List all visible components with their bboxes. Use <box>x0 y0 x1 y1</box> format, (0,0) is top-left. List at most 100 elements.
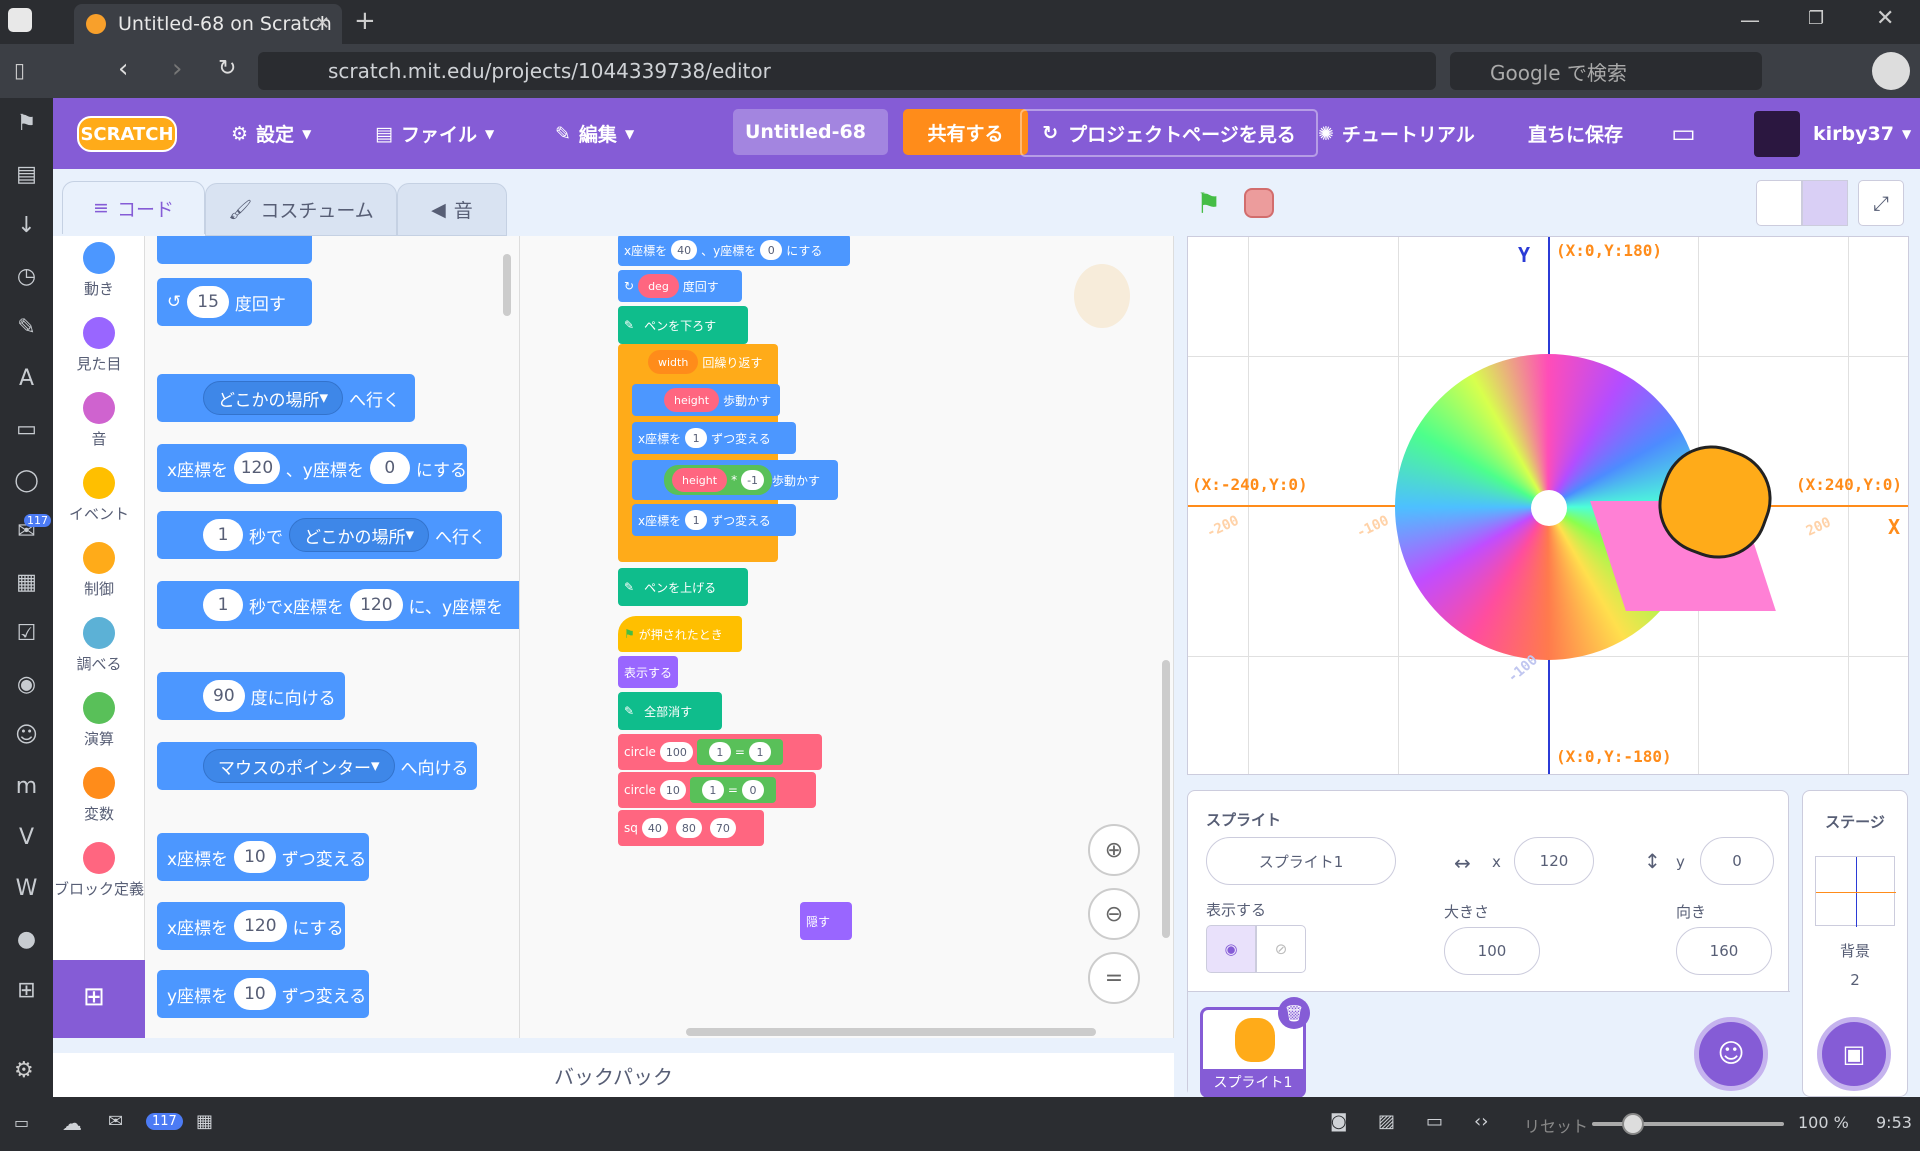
set-xy-block[interactable]: x座標を 40 、y座標を 0 にする <box>618 236 850 266</box>
tab-code[interactable]: ≡ コード <box>62 181 205 234</box>
tutorials-button[interactable]: ✺ チュートリアル <box>1318 98 1475 169</box>
show-block[interactable]: 表示する <box>618 656 678 688</box>
search-input[interactable]: Google で検索 <box>1450 52 1762 90</box>
show-eye-icon[interactable]: ◉ <box>1206 925 1256 973</box>
downloads-icon[interactable]: ↓ <box>0 200 53 251</box>
reload-icon[interactable]: ↻ <box>218 56 236 81</box>
goto-target-dropdown[interactable]: どこかの場所 ▾ <box>203 381 344 415</box>
maximize-icon[interactable]: ❐ <box>1808 8 1824 29</box>
user-avatar[interactable] <box>1754 111 1800 157</box>
setxy-x-input[interactable]: 120 <box>234 452 280 484</box>
move-neg-block[interactable]: height * -1 歩動かす <box>632 460 838 500</box>
setx-input[interactable]: 120 <box>234 910 287 942</box>
zoom-out-icon[interactable]: ⊖ <box>1088 888 1140 940</box>
delete-sprite-icon[interactable]: 🗑 <box>1278 997 1310 1029</box>
vertical-scrollbar[interactable] <box>1162 660 1170 938</box>
new-tab-icon[interactable]: + <box>354 6 376 36</box>
pen-down-block[interactable]: ✎ ペンを下ろす <box>618 306 748 344</box>
reading-list-icon[interactable]: ▤ <box>0 149 53 200</box>
size-input[interactable]: 100 <box>1444 927 1540 975</box>
operand-input[interactable]: -1 <box>741 470 765 490</box>
share-button[interactable]: 共有する <box>903 109 1028 155</box>
minimize-icon[interactable]: — <box>1740 8 1760 32</box>
direction-input[interactable]: 160 <box>1676 927 1772 975</box>
account-menu[interactable]: kirby37 ▼ <box>1813 98 1911 169</box>
clear-block[interactable]: ✎ 全部消す <box>618 692 722 730</box>
setxy-y-input[interactable]: 0 <box>369 452 410 484</box>
category-sensing[interactable]: 調べる <box>53 617 145 674</box>
circle-call-block[interactable]: circle 100 1 = 1 <box>618 734 822 770</box>
browser-tab[interactable]: Untitled-68 on Scratch ✕ <box>74 4 342 44</box>
zoom-in-icon[interactable]: ⊕ <box>1088 824 1140 876</box>
vivaldi-menu-icon[interactable] <box>8 8 32 32</box>
project-title-input[interactable]: Untitled-68 <box>733 109 888 155</box>
sprite-name-input[interactable]: スプライト1 <box>1206 837 1396 885</box>
category-sound[interactable]: 音 <box>53 392 145 449</box>
my-stuff-folder-icon[interactable]: ▭ <box>1671 98 1696 169</box>
translate-icon[interactable]: A <box>0 353 53 404</box>
category-control[interactable]: 制御 <box>53 542 145 599</box>
x-input[interactable]: 40 <box>671 240 698 260</box>
add-sprite-icon[interactable]: ☺ <box>1694 1017 1768 1091</box>
edit-menu[interactable]: ✎ 編集 ▼ <box>555 98 634 169</box>
bookmarks-icon[interactable]: ⚑ <box>0 98 53 149</box>
set-xy-block[interactable]: x座標を 120 、y座標を 0 にする <box>157 444 467 492</box>
glide-target-dropdown[interactable]: どこかの場所 ▾ <box>289 518 430 552</box>
sq-c-input[interactable]: 70 <box>709 818 736 838</box>
calendar-icon[interactable]: ▦ <box>0 557 53 608</box>
y-input[interactable]: 0 <box>760 240 783 260</box>
turn-ccw-block[interactable]: ↺ 15 度回す <box>157 278 312 326</box>
operand-input[interactable]: 1 <box>748 742 771 762</box>
history-icon[interactable]: ◷ <box>0 251 53 302</box>
operand-input[interactable]: 1 <box>701 780 724 800</box>
add-extension-button[interactable]: ⊞ <box>53 960 145 1038</box>
y-input[interactable]: 0 <box>1700 837 1774 885</box>
stage-selector[interactable]: ステージ 背景 2 ▣ <box>1802 790 1908 1097</box>
chat-icon[interactable]: ◯ <box>0 455 53 506</box>
backpack[interactable]: バックパック <box>53 1053 1174 1097</box>
add-backdrop-icon[interactable]: ▣ <box>1817 1017 1891 1091</box>
fullscreen-icon[interactable]: ⤢ <box>1858 180 1904 226</box>
change-x-block[interactable]: x座標を 10 ずつ変える <box>157 833 369 881</box>
image-toggle-icon[interactable]: ▨ <box>1378 1111 1395 1132</box>
sq-call-block[interactable]: sq 40 80 70 <box>618 810 764 846</box>
hide-eye-icon[interactable]: ⊘ <box>1256 925 1306 973</box>
page-tiling-icon[interactable]: ▭ <box>1426 1111 1443 1132</box>
changex-input[interactable]: 1 <box>685 428 708 448</box>
zoom-reset-icon[interactable]: = <box>1088 952 1140 1004</box>
small-stage-button[interactable] <box>1756 180 1802 226</box>
palette-scrollbar[interactable] <box>503 254 511 316</box>
capture-icon[interactable]: ◙ <box>1330 1111 1347 1132</box>
tab-costume[interactable]: 🖌 コスチューム <box>205 183 397 236</box>
notes-icon[interactable]: ✎ <box>0 302 53 353</box>
tasks-icon[interactable]: ☑ <box>0 608 53 659</box>
script-workspace[interactable]: x座標を 40 、y座標を 0 にする ↻ deg 度回す ✎ ペンを下ろす width 回繰り… <box>520 236 1174 1038</box>
horizontal-scrollbar[interactable] <box>686 1028 1096 1036</box>
changey-input[interactable]: 10 <box>234 978 276 1010</box>
zoom-slider[interactable] <box>1592 1113 1784 1135</box>
glidexy-x-input[interactable]: 120 <box>350 589 403 621</box>
glide-xy-block[interactable]: 1 秒でx座標を 120 に、y座標を <box>157 581 519 629</box>
sync-cloud-icon[interactable]: ☁ <box>62 1111 82 1135</box>
zoom-slider-handle[interactable] <box>1622 1113 1644 1135</box>
glide-block[interactable]: 1 秒で どこかの場所 ▾ へ行く <box>157 511 502 559</box>
panel-toggle-icon[interactable]: ▭ <box>14 1113 29 1132</box>
multiply-operator[interactable]: height * -1 <box>664 465 773 495</box>
calendar-icon[interactable]: ▦ <box>196 1111 213 1132</box>
operand-input[interactable]: 0 <box>741 780 764 800</box>
changex-input[interactable]: 10 <box>234 841 276 873</box>
category-operators[interactable]: 演算 <box>53 692 145 749</box>
wikipedia-icon[interactable]: W <box>0 863 53 914</box>
stop-icon[interactable] <box>1244 188 1274 218</box>
deg-reporter[interactable]: deg <box>638 274 679 298</box>
scratch-logo[interactable]: SCRATCH <box>77 116 177 152</box>
add-panel-icon[interactable]: ⊞ <box>0 965 53 1016</box>
turn-block-partial[interactable] <box>157 236 312 264</box>
github-icon[interactable]: ● <box>0 914 53 965</box>
mastodon-icon[interactable]: m <box>0 761 53 812</box>
glide-secs-input[interactable]: 1 <box>203 519 243 551</box>
change-x-block[interactable]: x座標を 1 ずつ変える <box>632 422 796 454</box>
turn-block[interactable]: ↻ deg 度回す <box>618 270 742 302</box>
tab-sound[interactable]: ◀ 音 <box>397 183 507 236</box>
equals-operator[interactable]: 1 = 1 <box>696 739 783 765</box>
